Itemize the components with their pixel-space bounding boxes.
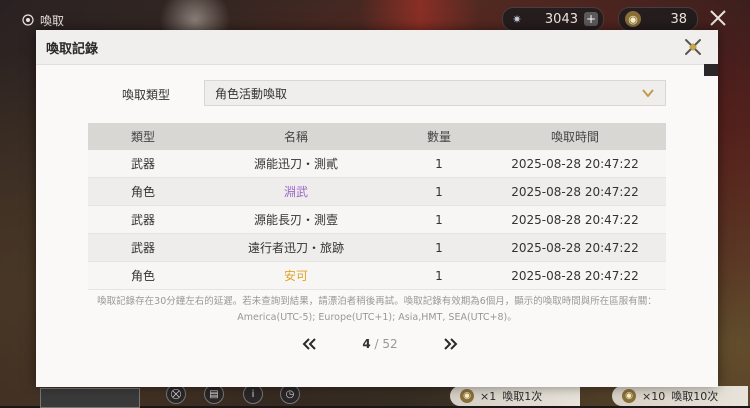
next-page-icon[interactable] (442, 335, 460, 353)
cell-quantity: 1 (435, 212, 443, 227)
currency-astrite: ✷ 3043 + (502, 7, 604, 31)
pull-10-count: ×10 (642, 389, 666, 403)
cell-name: 源能迅刀・測貳 (253, 157, 338, 171)
table-row: 武器 源能迅刀・測貳 1 2025-08-28 20:47:22 (88, 150, 666, 178)
convene-type-value: 角色活動喚取 (215, 86, 288, 101)
banner-thumbnail[interactable] (40, 388, 140, 408)
total-pages: 52 (382, 337, 398, 351)
note-line-1: 喚取記錄存在30分鐘左右的延遲。若未查詢到結果，請漂泊者稍後再試。喚取記錄有效期… (97, 296, 657, 307)
history-table: 類型 名稱 數量 喚取時間 武器 源能迅刀・測貳 1 2025-08-28 20… (88, 123, 666, 290)
table-header-row: 類型 名稱 數量 喚取時間 (88, 123, 666, 150)
cell-time: 2025-08-28 20:47:22 (511, 240, 639, 255)
cell-type: 角色 (130, 269, 155, 283)
info-icon[interactable]: i (243, 384, 263, 404)
pagination: 4 / 52 (300, 334, 460, 354)
convene-icon (22, 14, 34, 26)
cell-type: 角色 (130, 185, 155, 199)
top-close-icon[interactable] (707, 7, 729, 29)
cell-time: 2025-08-28 20:47:22 (511, 156, 639, 171)
history-icon[interactable]: ◷ (280, 384, 300, 404)
cell-type: 武器 (130, 213, 155, 227)
convene-type-dropdown[interactable]: 角色活動喚取 (204, 80, 666, 106)
chevron-down-icon (642, 89, 654, 98)
pull-10-label: 喚取10次 (671, 390, 719, 403)
cell-time: 2025-08-28 20:47:22 (511, 184, 639, 199)
note-line-2: America(UTC-5); Europe(UTC+1); Asia,HMT,… (237, 312, 517, 323)
cell-time: 2025-08-28 20:47:22 (511, 268, 639, 283)
history-note: 喚取記錄存在30分鐘左右的延遲。若未查詢到結果，請漂泊者稍後再試。喚取記錄有效期… (88, 294, 666, 326)
page-separator: / (370, 337, 383, 351)
dialog-corner-notch (704, 64, 718, 76)
tide-value: 38 (670, 11, 687, 27)
cell-name: 遠行者迅刀・旅跡 (247, 241, 344, 255)
table-row: 角色 淵武 1 2025-08-28 20:47:22 (88, 178, 666, 206)
cell-quantity: 1 (435, 156, 443, 171)
dialog-title: 喚取記錄 (46, 42, 99, 57)
page-indicator: 4 / 52 (362, 337, 397, 351)
current-page: 4 (362, 337, 371, 351)
shop-icon[interactable]: ⛒ (166, 384, 186, 404)
table-row: 武器 遠行者迅刀・旅跡 1 2025-08-28 20:47:22 (88, 234, 666, 262)
pull-1-button[interactable]: ◉ ×1 喚取1次 (450, 386, 580, 406)
topbar-title: 喚取 (22, 10, 64, 30)
prev-page-icon[interactable] (300, 335, 318, 353)
table-row: 武器 源能長刃・測壹 1 2025-08-28 20:47:22 (88, 206, 666, 234)
pull-10-button[interactable]: ◉ ×10 喚取10次 (612, 386, 748, 406)
cell-time: 2025-08-28 20:47:22 (511, 212, 639, 227)
tide-icon: ◉ (625, 11, 641, 27)
pull-1-count: ×1 (480, 389, 497, 403)
cell-name: 安可 (283, 269, 308, 283)
tide-icon: ◉ (622, 389, 636, 403)
record-icon[interactable]: ▤ (204, 384, 224, 404)
tide-icon: ◉ (460, 389, 474, 403)
cell-type: 武器 (130, 241, 155, 255)
close-icon[interactable] (682, 36, 704, 58)
cell-name: 淵武 (283, 185, 308, 199)
cell-name: 源能長刃・測壹 (253, 213, 338, 227)
header-name: 名稱 (283, 130, 308, 144)
astrite-icon: ✷ (512, 12, 522, 26)
convene-history-dialog: 喚取記錄 喚取類型 角色活動喚取 類型 名稱 數量 喚取時間 武器 源能迅刀・測… (36, 30, 718, 387)
cell-quantity: 1 (435, 268, 443, 283)
topbar-title-text: 喚取 (40, 13, 65, 28)
header-type: 類型 (130, 130, 155, 144)
table-row: 角色 安可 1 2025-08-28 20:47:22 (88, 262, 666, 290)
cell-type: 武器 (130, 157, 155, 171)
header-quantity: 數量 (426, 130, 451, 144)
currency-tide: ◉ 38 (618, 7, 698, 31)
add-currency-button[interactable]: + (584, 12, 598, 26)
dialog-header: 喚取記錄 (36, 30, 718, 64)
astrite-value: 3043 (544, 11, 578, 27)
header-time: 喚取時間 (550, 130, 599, 144)
cell-quantity: 1 (435, 240, 443, 255)
pull-1-label: 喚取1次 (502, 390, 543, 403)
cell-quantity: 1 (435, 184, 443, 199)
type-label: 喚取類型 (122, 88, 171, 102)
